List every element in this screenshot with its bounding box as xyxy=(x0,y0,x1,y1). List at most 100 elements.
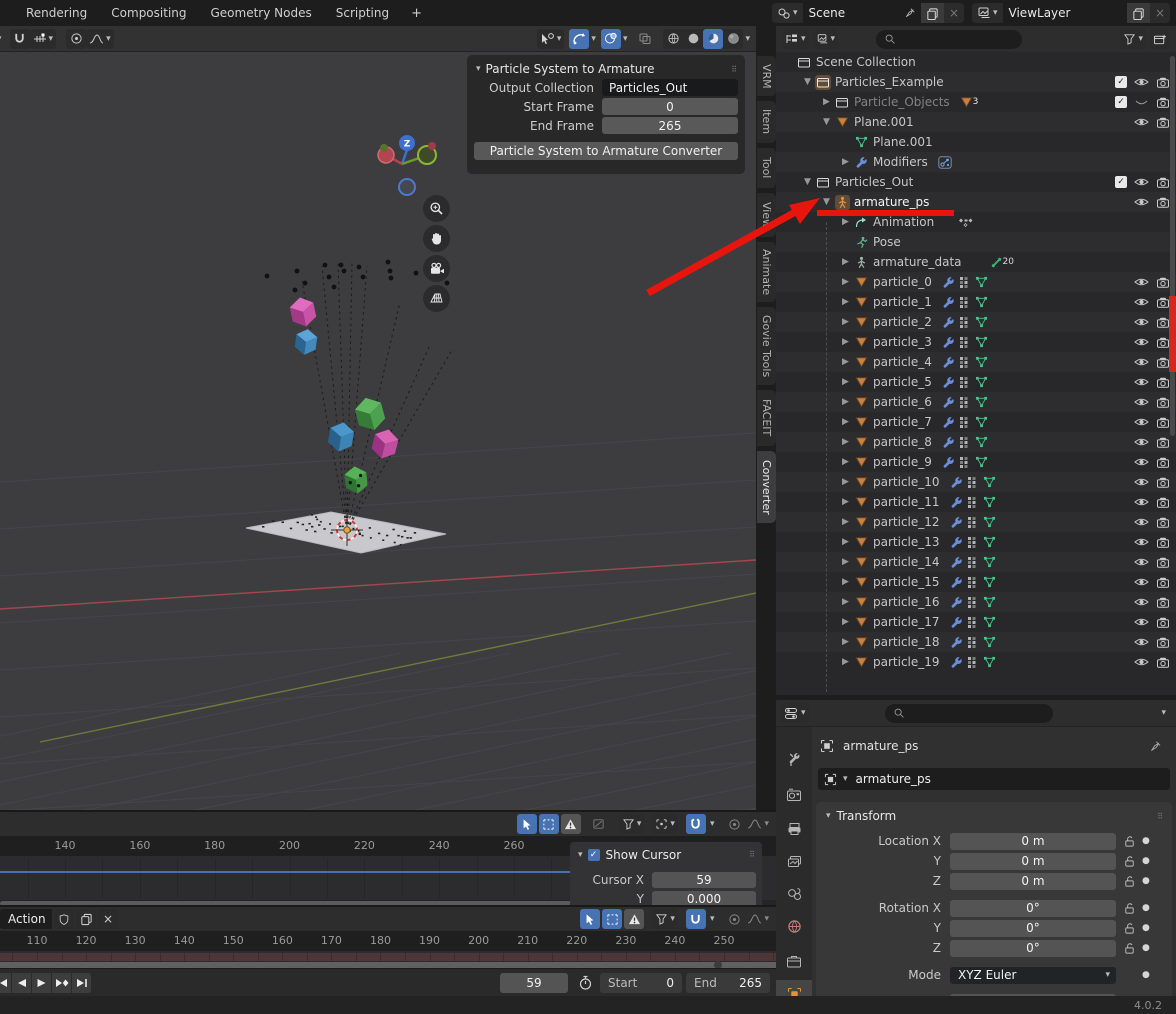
transform-value-field[interactable]: 0 m xyxy=(950,873,1116,890)
properties-editor-type-dropdown[interactable]: ▾ xyxy=(781,703,809,723)
viewlayer-name[interactable]: ViewLayer xyxy=(1003,3,1127,23)
properties-object-tab[interactable] xyxy=(776,980,812,996)
current-frame-field[interactable]: 59 xyxy=(500,973,568,993)
lock-toggle-icon[interactable] xyxy=(1116,835,1142,848)
shading-material-icon[interactable] xyxy=(703,29,723,49)
hide-in-viewport-toggle[interactable] xyxy=(1134,336,1149,348)
expander-icon[interactable]: ▶ xyxy=(839,557,852,567)
outliner-item-label[interactable]: Modifiers xyxy=(870,155,928,169)
outliner-row-particle_7[interactable]: ▶particle_7 xyxy=(776,412,1176,432)
previous-keyframe-button[interactable] xyxy=(12,973,31,993)
disable-in-renders-toggle[interactable] xyxy=(1156,76,1170,89)
object-name-field[interactable]: ▾ armature_ps xyxy=(818,768,1170,790)
outliner-row-particle_objects[interactable]: ▶Particle_Objects3✓ xyxy=(776,92,1176,112)
select-tweak-tool-icon[interactable] xyxy=(517,814,537,834)
disable-in-renders-toggle[interactable] xyxy=(1156,356,1170,369)
cursor-x-field[interactable]: 59 xyxy=(652,872,756,888)
workspace-tab-scripting[interactable]: Scripting xyxy=(324,2,401,24)
properties-output-tab[interactable] xyxy=(776,815,812,843)
disable-in-renders-toggle[interactable] xyxy=(1156,656,1170,669)
hide-in-viewport-toggle[interactable] xyxy=(1134,76,1149,88)
sidebar-tab-animate[interactable]: Animate xyxy=(757,242,776,302)
disable-in-renders-toggle[interactable] xyxy=(1156,116,1170,129)
outliner-item-label[interactable]: Particle_Objects xyxy=(851,95,950,109)
expander-icon[interactable]: ▶ xyxy=(839,537,852,547)
output-collection-field[interactable]: Particles_Out xyxy=(602,79,738,96)
disable-in-renders-toggle[interactable] xyxy=(1156,276,1170,289)
transform-collapse-icon[interactable]: ▾ xyxy=(826,811,831,821)
outliner-item-label[interactable]: armature_data xyxy=(870,255,962,269)
stopwatch-icon[interactable] xyxy=(578,975,593,991)
outliner-row-particle_3[interactable]: ▶particle_3 xyxy=(776,332,1176,352)
disable-in-renders-toggle[interactable] xyxy=(1156,596,1170,609)
transform-value-field[interactable]: 0° xyxy=(950,900,1116,917)
snap-toggle-icon[interactable] xyxy=(686,909,706,929)
sidebar-tab-vrm[interactable]: VRM xyxy=(757,56,776,96)
outliner-row-armature_data[interactable]: ▶armature_data20 xyxy=(776,252,1176,272)
hide-in-viewport-toggle[interactable] xyxy=(1134,436,1149,448)
start-frame-field[interactable]: Start 0 xyxy=(600,973,682,993)
properties-render-tab[interactable] xyxy=(776,781,812,809)
outliner-row-particle_19[interactable]: ▶particle_19 xyxy=(776,652,1176,672)
disable-in-renders-toggle[interactable] xyxy=(1156,396,1170,409)
new-collection-button[interactable] xyxy=(1150,29,1170,49)
snap-toggle-icon[interactable] xyxy=(686,814,706,834)
outliner-row-particle_16[interactable]: ▶particle_16 xyxy=(776,592,1176,612)
properties-view-layer-tab[interactable] xyxy=(776,848,812,876)
outliner-row-particle_0[interactable]: ▶particle_0 xyxy=(776,272,1176,292)
outliner-item-label[interactable]: particle_11 xyxy=(870,495,940,509)
disable-in-renders-toggle[interactable] xyxy=(1156,636,1170,649)
hide-in-viewport-toggle[interactable] xyxy=(1134,416,1149,428)
hide-in-viewport-toggle[interactable] xyxy=(1134,576,1149,588)
expander-icon[interactable]: ▶ xyxy=(839,417,852,427)
disable-in-renders-toggle[interactable] xyxy=(1156,496,1170,509)
expander-icon[interactable]: ▶ xyxy=(839,157,852,167)
expander-icon[interactable]: ▶ xyxy=(839,517,852,527)
expander-icon[interactable]: ▶ xyxy=(839,457,852,467)
proportional-editing-icon[interactable] xyxy=(66,29,86,49)
shading-wireframe-icon[interactable] xyxy=(663,29,683,49)
hide-in-viewport-toggle[interactable] xyxy=(1134,296,1149,308)
outliner-item-label[interactable]: Animation xyxy=(870,215,934,229)
outliner-item-label[interactable]: Plane.001 xyxy=(870,135,933,149)
hide-in-viewport-toggle[interactable] xyxy=(1134,356,1149,368)
object-name-value[interactable]: armature_ps xyxy=(856,772,931,786)
expander-icon[interactable]: ▼ xyxy=(820,197,833,207)
lock-toggle-icon[interactable] xyxy=(1116,922,1142,935)
hide-in-viewport-toggle[interactable] xyxy=(1134,516,1149,528)
overlays-dropdown[interactable]: ▾ xyxy=(623,34,628,44)
expander-icon[interactable]: ▶ xyxy=(839,577,852,587)
transform-value-field[interactable]: 0° xyxy=(950,920,1116,937)
expander-icon[interactable]: ▶ xyxy=(839,337,852,347)
disable-in-renders-toggle[interactable] xyxy=(1156,476,1170,489)
animate-property-dot[interactable]: ● xyxy=(1142,903,1150,913)
expander-icon[interactable]: ▼ xyxy=(801,77,814,87)
end-frame-field[interactable]: 265 xyxy=(602,117,738,134)
outliner-item-label[interactable]: Plane.001 xyxy=(851,115,914,129)
disable-in-renders-toggle[interactable] xyxy=(1156,336,1170,349)
disable-in-renders-toggle[interactable] xyxy=(1156,576,1170,589)
outliner-display-mode-dropdown[interactable]: ▾ xyxy=(782,29,809,49)
outliner-row-particle_18[interactable]: ▶particle_18 xyxy=(776,632,1176,652)
outliner-item-label[interactable]: particle_10 xyxy=(870,475,940,489)
disable-in-renders-toggle[interactable] xyxy=(1156,196,1170,209)
animate-property-dot[interactable]: ● xyxy=(1142,923,1150,933)
outliner-row-particle_5[interactable]: ▶particle_5 xyxy=(776,372,1176,392)
snap-dropdown[interactable]: ▾ xyxy=(710,819,715,829)
outliner-item-label[interactable]: particle_9 xyxy=(870,455,932,469)
properties-options-dropdown[interactable]: ▾ xyxy=(1161,708,1166,718)
xray-toggle-icon[interactable] xyxy=(635,29,655,49)
hide-in-viewport-toggle[interactable] xyxy=(1134,316,1149,328)
normalize-icon[interactable] xyxy=(589,814,609,834)
properties-tool-tab[interactable] xyxy=(776,745,812,773)
exclude-checkbox[interactable]: ✓ xyxy=(1115,176,1127,188)
outliner-item-label[interactable]: particle_12 xyxy=(870,515,940,529)
delete-scene-icon[interactable]: × xyxy=(944,3,964,23)
expander-icon[interactable]: ▼ xyxy=(801,177,814,187)
hide-in-viewport-toggle[interactable] xyxy=(1134,476,1149,488)
panel-collapse-icon[interactable]: ▾ xyxy=(476,64,481,74)
new-viewlayer-icon[interactable] xyxy=(1127,3,1150,23)
outliner-item-label[interactable]: particle_16 xyxy=(870,595,940,609)
panel-collapse-icon[interactable]: ▾ xyxy=(578,850,583,860)
transform-value-field[interactable]: 0 m xyxy=(950,853,1116,870)
